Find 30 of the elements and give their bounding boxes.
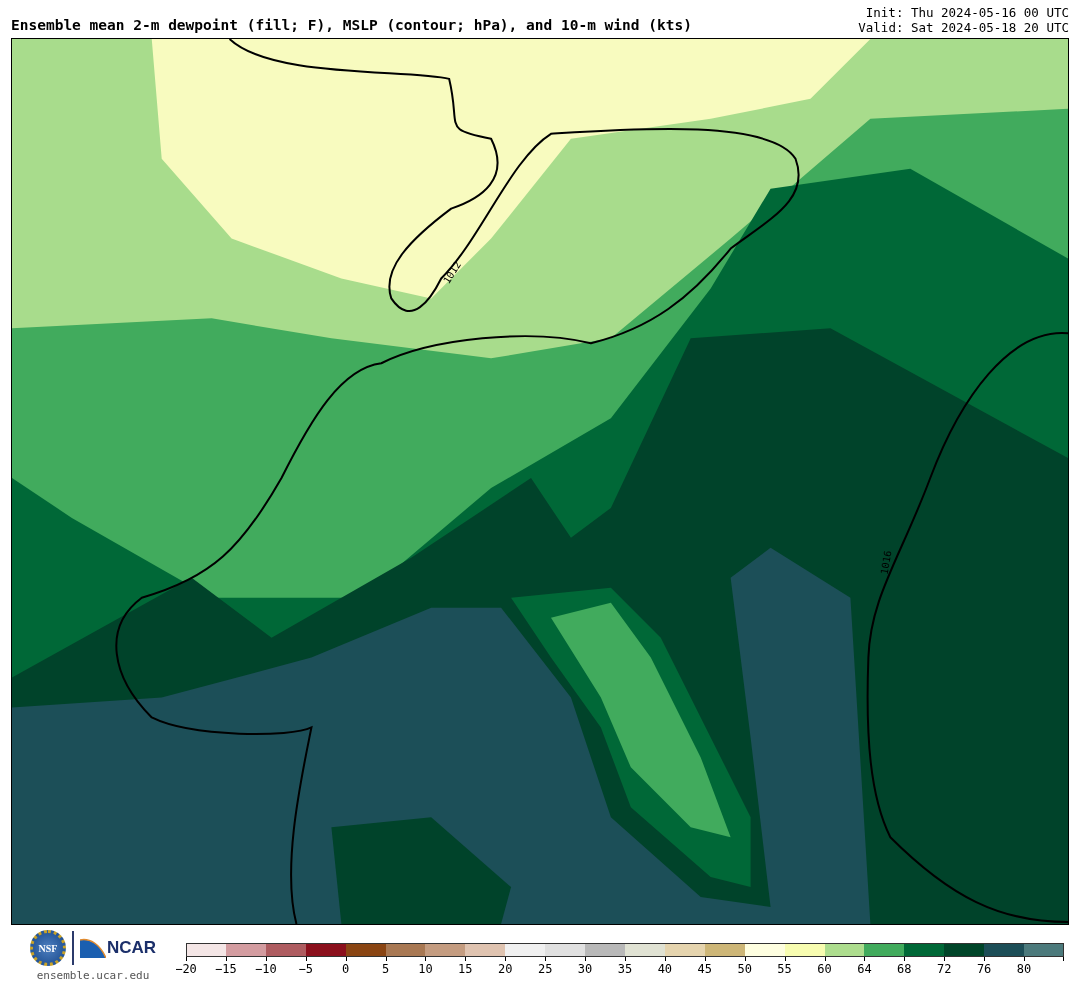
colorbar-label: 35 bbox=[617, 962, 633, 976]
colorbar-label: 64 bbox=[857, 962, 872, 976]
colorbar-label: 10 bbox=[418, 962, 433, 976]
colorbar-label: 55 bbox=[777, 962, 792, 976]
colorbar-label: 25 bbox=[537, 962, 553, 976]
colorbar-label: 80 bbox=[1016, 962, 1032, 976]
chart-title: Ensemble mean 2-m dewpoint (fill; F), MSLP (contour; hPa), and 10-m wind (kts) bbox=[11, 17, 692, 35]
colorbar-label: −20 bbox=[175, 962, 197, 976]
ncar-logo-text: NCAR bbox=[106, 938, 157, 958]
colorbar-label: 0 bbox=[342, 962, 350, 976]
colorbar-label: 15 bbox=[458, 962, 473, 976]
colorbar-label: 45 bbox=[697, 962, 712, 976]
colorbar-label: 60 bbox=[817, 962, 832, 976]
colorbar-label: −15 bbox=[215, 962, 237, 976]
colorbar-label: 5 bbox=[381, 962, 390, 976]
contour-label: 1016 bbox=[878, 549, 894, 576]
colorbar-label: 68 bbox=[897, 962, 912, 976]
colorbar-label: 20 bbox=[498, 962, 513, 976]
colorbar-label: 72 bbox=[937, 962, 952, 976]
colorbar-label: 76 bbox=[976, 962, 992, 976]
run-time-label: Valid: Sat 2024-05-18 20 UTC bbox=[858, 20, 1069, 35]
swoosh-icon bbox=[79, 938, 106, 958]
run-time-label: Init: Thu 2024-05-16 00 UTC bbox=[865, 5, 1069, 20]
colorbar-label: 50 bbox=[737, 962, 752, 976]
colorbar-label: −10 bbox=[254, 962, 277, 976]
site-url: ensemble.ucar.edu bbox=[36, 969, 150, 982]
colorbar-label: 40 bbox=[657, 962, 673, 976]
colorbar-label: 30 bbox=[577, 962, 593, 976]
nsf-logo: NSF bbox=[29, 930, 66, 966]
colorbar-label: −5 bbox=[298, 962, 313, 976]
